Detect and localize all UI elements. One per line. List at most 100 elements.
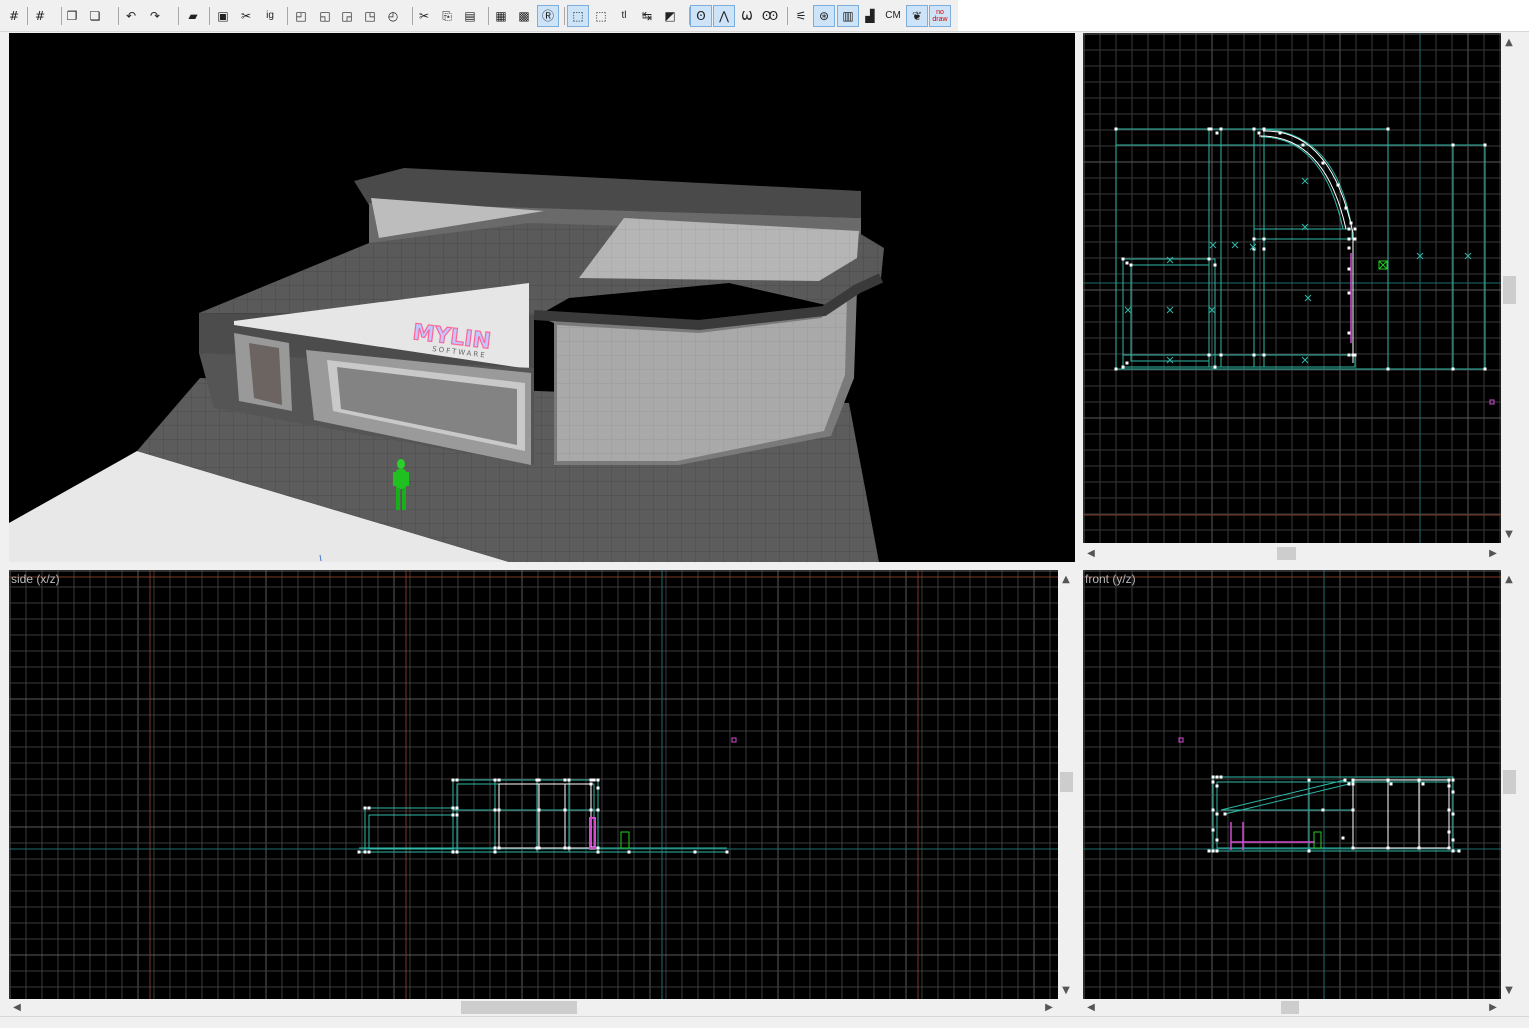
toolbar-separator [61,7,62,25]
cut-icon-glyph: ✂ [418,9,430,23]
texture-lock-icon-glyph: ▦ [495,9,507,23]
nodraw-icon[interactable]: no draw [929,5,951,27]
skybox-icon[interactable]: ⋀ [713,5,735,27]
cut-icon[interactable]: ✂ [413,5,435,27]
toggle-helpers-icon-glyph: ↹ [641,9,653,23]
scroll-down-icon[interactable]: ▼ [1502,983,1516,997]
autovis-icon-glyph: Ѡ [741,9,753,23]
front-2d-viewport[interactable]: front (y/z) [1083,570,1501,999]
show-all-icon[interactable]: ◲ [336,5,358,27]
smooth-groups-icon-glyph: ▟ [865,9,875,23]
redo-icon-glyph: ↷ [149,9,161,23]
ignore-groups-icon[interactable]: ig [259,5,281,27]
toggle-tl-icon-glyph: tl [621,10,627,21]
hide-selected-icon[interactable]: ◰ [290,5,312,27]
scroll-left-icon[interactable]: ◀ [1084,1000,1098,1014]
scroll-thumb[interactable] [1277,547,1296,560]
grid-toggle-icon-glyph: # [8,9,20,23]
scroll-thumb[interactable] [461,1001,577,1014]
toggle-tl-icon[interactable]: tl [613,5,635,27]
wireframe-icon[interactable]: ▥ [837,5,859,27]
side-viewport-hscroll[interactable]: ◀ ▶ [9,999,1058,1016]
toggle-models-icon[interactable]: ◩ [659,5,681,27]
copy-icon[interactable]: ⎘ [436,5,458,27]
texture-lock-icon[interactable]: ▦ [490,5,512,27]
scroll-down-icon[interactable]: ▼ [1059,983,1073,997]
prefab-icon[interactable]: ⚟ [790,5,812,27]
ungroup-icon-glyph: ❏ [89,9,101,23]
texture-scale-lock-icon[interactable]: ▩ [513,5,535,27]
redo-icon[interactable]: ↷ [144,5,166,27]
grid-settings-icon[interactable]: # [29,5,51,27]
scroll-down-icon[interactable]: ▼ [1502,527,1516,541]
side-view-brushes [357,737,737,854]
carve-icon[interactable]: ▰ [182,5,204,27]
toolbar-separator [412,7,413,25]
visgroup-move-icon-glyph: ◴ [387,9,399,23]
prefab-icon-glyph: ⚟ [795,9,807,23]
toggle-radius-culling-icon[interactable]: Ⓡ [537,5,559,27]
compile-map-icon[interactable]: CM [882,5,904,27]
hide-unselected-icon[interactable]: ◱ [314,5,336,27]
toolbar-separator [118,7,119,25]
visgroup-move-icon[interactable]: ◴ [382,5,404,27]
front-viewport-hscroll[interactable]: ◀ ▶ [1083,999,1501,1016]
top-2d-viewport[interactable] [1083,33,1501,543]
texture-scale-lock-icon-glyph: ▩ [518,9,530,23]
hollow-icon[interactable]: ▣ [212,5,234,27]
scroll-thumb[interactable] [1503,276,1516,304]
camera-3d-viewport[interactable]: MYLIN SOFTWARE [9,33,1075,562]
cordon-icon[interactable]: Ꙭ [759,5,781,27]
side-viewport-vscroll[interactable]: ▲ ▼ [1058,570,1075,999]
render-icon[interactable]: ⊛ [813,5,835,27]
toolbar-separator [287,7,288,25]
smooth-groups-icon[interactable]: ▟ [859,5,881,27]
scroll-up-icon[interactable]: ▲ [1059,572,1073,586]
toggle-helpers-icon[interactable]: ↹ [636,5,658,27]
scroll-left-icon[interactable]: ◀ [1084,546,1098,560]
ungroup-icon[interactable]: ❏ [84,5,106,27]
toolbar-separator [178,7,179,25]
ignore-groups-icon-glyph: ig [266,10,274,21]
hollow-icon-glyph: ▣ [217,9,229,23]
scroll-thumb[interactable] [1060,772,1073,792]
toolbar-separator [488,7,489,25]
group-icon-glyph: ❐ [66,9,78,23]
front-viewport-vscroll[interactable]: ▲ ▼ [1501,570,1518,999]
toolbar: # # ❐ ❏ ↶ ↷ ▰ ▣ ✂ ig ◰ ◱ ◲ ◳ ◴ ✂ ⎘ ▤ ▦ ▩ Ⓡ ⬚ ⬚ tl ↹ ◩ Ꙩ ⋀ Ѡ Ꙭ ⚟ ⊛ ▥ ▟ CM ❦ n… [0,0,959,32]
scroll-up-icon[interactable]: ▲ [1502,572,1516,586]
side-viewport-label[interactable]: side (x/z) [11,572,60,586]
scroll-left-icon[interactable]: ◀ [10,1000,24,1014]
paste-icon[interactable]: ▤ [459,5,481,27]
displacement-icon-glyph: Ꙩ [696,9,706,23]
leaf-icon[interactable]: ❦ [906,5,928,27]
wireframe-icon-glyph: ▥ [842,9,854,23]
undo-icon[interactable]: ↶ [120,5,142,27]
scroll-thumb[interactable] [1281,1001,1299,1014]
nodraw-icon-glyph: no draw [932,9,948,23]
paste-icon-glyph: ▤ [464,9,476,23]
front-view-brushes [1178,737,1461,853]
side-2d-viewport[interactable]: side (x/z) [9,570,1058,999]
scroll-right-icon[interactable]: ▶ [1042,1000,1056,1014]
front-viewport-label[interactable]: front (y/z) [1085,572,1136,586]
undo-icon-glyph: ↶ [125,9,137,23]
autovis-icon[interactable]: Ѡ [736,5,758,27]
visgroup-icon[interactable]: ◳ [359,5,381,27]
group-icon[interactable]: ❐ [61,5,83,27]
clip-tool-icon[interactable]: ✂ [235,5,257,27]
selection-handles-icon[interactable]: ⬚ [567,5,589,27]
toggle-radius-culling-icon-glyph: Ⓡ [541,9,554,23]
grid-toggle-icon[interactable]: # [3,5,25,27]
carve-icon-glyph: ▰ [188,9,198,23]
toolbar-separator [689,7,690,25]
scroll-up-icon[interactable]: ▲ [1502,35,1516,49]
scroll-thumb[interactable] [1503,770,1516,794]
displacement-icon[interactable]: Ꙩ [690,5,712,27]
select-by-handles-icon[interactable]: ⬚ [590,5,612,27]
top-viewport-hscroll[interactable]: ◀ ▶ [1083,545,1501,562]
top-viewport-vscroll[interactable]: ▲ ▼ [1501,33,1518,543]
scroll-right-icon[interactable]: ▶ [1486,546,1500,560]
scroll-right-icon[interactable]: ▶ [1486,1000,1500,1014]
select-by-handles-icon-glyph: ⬚ [595,9,607,23]
